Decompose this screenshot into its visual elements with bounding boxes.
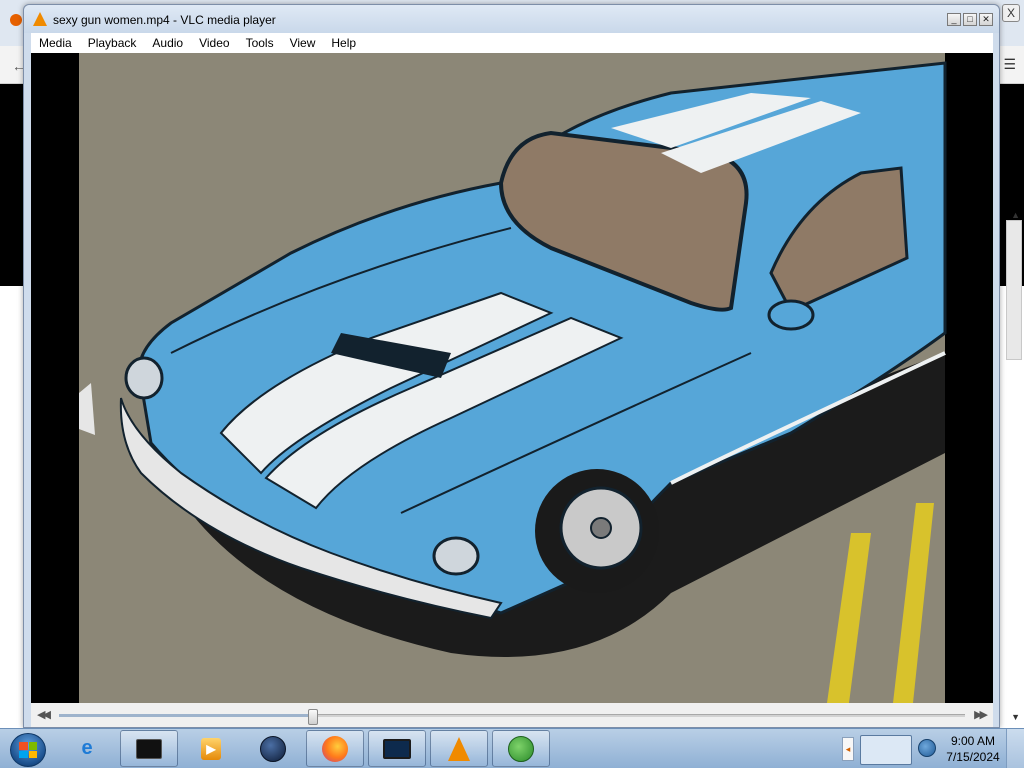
taskbar-app-remote[interactable] xyxy=(368,730,426,767)
taskbar-clock[interactable]: 9:00 AM 7/15/2024 xyxy=(944,733,1002,765)
taskbar-app-globe[interactable] xyxy=(244,730,302,767)
seek-bar-handle[interactable] xyxy=(307,709,318,725)
menu-view[interactable]: View xyxy=(282,36,324,50)
seek-bar[interactable] xyxy=(59,709,965,725)
taskbar-app-media-player[interactable]: ▶ xyxy=(182,730,240,767)
firefox-icon xyxy=(320,735,350,763)
vlc-icon xyxy=(444,735,474,763)
vlc-window: sexy gun women.mp4 - VLC media player _ … xyxy=(23,4,1000,728)
seek-bar-progress xyxy=(59,714,313,717)
minimize-button[interactable]: _ xyxy=(947,13,961,26)
browser-menu-button[interactable]: ☰ xyxy=(1003,56,1016,73)
network-icon[interactable] xyxy=(918,739,936,757)
vlc-menu-bar: Media Playback Audio Video Tools View He… xyxy=(31,33,993,53)
vlc-cone-icon xyxy=(33,12,47,26)
maximize-button[interactable]: □ xyxy=(963,13,977,26)
system-tray: ◂ xyxy=(840,731,944,767)
clock-date: 7/15/2024 xyxy=(946,750,1000,764)
taskbar-app-terminal[interactable] xyxy=(120,730,178,767)
show-desktop-button[interactable] xyxy=(1006,729,1024,768)
tray-expand-icon[interactable]: ◂ xyxy=(842,737,854,761)
menu-audio[interactable]: Audio xyxy=(144,36,191,50)
close-button[interactable]: ✕ xyxy=(979,13,993,26)
taskbar-app-firefox[interactable] xyxy=(306,730,364,767)
seek-forward-icon[interactable]: ▶▶ xyxy=(974,708,988,721)
vlc-title-bar[interactable]: sexy gun women.mp4 - VLC media player _ … xyxy=(24,5,999,33)
terminal-window-icon xyxy=(134,735,164,763)
menu-playback[interactable]: Playback xyxy=(80,36,145,50)
menu-media[interactable]: Media xyxy=(31,36,80,50)
taskbar-app-ie[interactable]: e xyxy=(58,730,116,767)
clock-time: 9:00 AM xyxy=(950,734,996,748)
download-manager-icon xyxy=(506,735,536,763)
seek-backward-icon[interactable]: ◀◀ xyxy=(37,708,51,721)
menu-help[interactable]: Help xyxy=(323,36,364,50)
windows-flag-icon xyxy=(19,742,37,758)
video-still-car-image xyxy=(31,53,993,703)
browser-scrollbar-thumb[interactable] xyxy=(1006,220,1022,360)
globe-app-icon xyxy=(258,735,288,763)
vlc-controls-bar: ◀◀ ▶▶ xyxy=(31,703,993,727)
firefox-tab-icon xyxy=(10,14,22,26)
menu-tools[interactable]: Tools xyxy=(238,36,282,50)
taskbar: e ▶ ◂ 9:00 AM 7/15/2024 xyxy=(0,728,1024,768)
taskbar-app-downloader[interactable] xyxy=(492,730,550,767)
scroll-up-arrow-icon[interactable]: ▲ xyxy=(1011,210,1020,220)
remote-desktop-icon xyxy=(382,735,412,763)
taskbar-app-vlc[interactable] xyxy=(430,730,488,767)
menu-video[interactable]: Video xyxy=(191,36,237,50)
start-button[interactable] xyxy=(3,730,53,768)
scroll-down-arrow-icon[interactable]: ▼ xyxy=(1011,712,1020,722)
tray-app-window-icon[interactable] xyxy=(860,735,912,765)
media-player-icon: ▶ xyxy=(196,735,226,763)
browser-close-button[interactable]: X xyxy=(1002,4,1020,22)
video-frame[interactable] xyxy=(31,53,993,703)
window-title: sexy gun women.mp4 - VLC media player xyxy=(53,13,276,27)
internet-explorer-icon: e xyxy=(81,737,93,759)
